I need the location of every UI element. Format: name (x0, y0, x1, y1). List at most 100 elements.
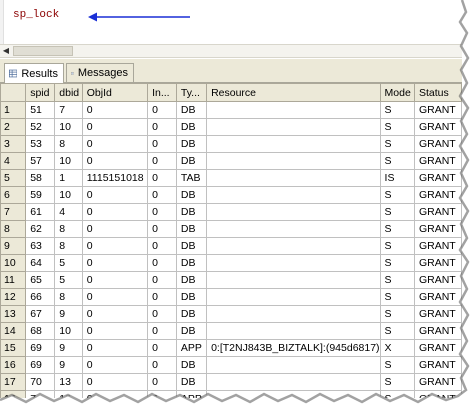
spid-cell[interactable]: 52 (25, 118, 56, 136)
dbid-cell[interactable]: 8 (54, 237, 83, 255)
indid-cell[interactable]: 0 (147, 186, 177, 204)
status-cell[interactable]: GRANT (413, 220, 462, 238)
mode-cell[interactable]: S (379, 271, 415, 289)
spid-cell[interactable]: 67 (25, 305, 56, 323)
objid-cell[interactable]: 0 (81, 373, 149, 391)
mode-cell[interactable]: S (379, 390, 415, 398)
row-number[interactable]: 12 (0, 288, 27, 306)
dbid-cell[interactable]: 10 (54, 118, 83, 136)
indid-cell[interactable]: 0 (147, 101, 177, 119)
objid-cell[interactable]: 0 (81, 220, 149, 238)
status-cell[interactable]: GRANT (413, 339, 462, 357)
objid-cell[interactable]: 0 (81, 118, 149, 136)
indid-cell[interactable]: 0 (147, 220, 177, 238)
indid-cell[interactable]: 0 (147, 373, 177, 391)
type-cell[interactable]: DB (175, 322, 208, 340)
status-header[interactable]: Status (413, 83, 462, 102)
status-cell[interactable]: GRANT (413, 237, 462, 255)
type-cell[interactable]: DB (175, 305, 208, 323)
mode-cell[interactable]: S (379, 305, 415, 323)
row-number[interactable]: 1 (0, 101, 27, 119)
resource-cell[interactable] (206, 169, 381, 187)
objid-cell[interactable]: 0 (81, 101, 149, 119)
spid-cell[interactable]: 65 (25, 271, 56, 289)
table-row[interactable]: 18711300APPSGRANT (0, 390, 462, 398)
type-cell[interactable]: DB (175, 203, 208, 221)
tab-messages[interactable]: Messages (66, 63, 134, 82)
dbid-cell[interactable]: 8 (54, 220, 83, 238)
indid-cell[interactable]: 0 (147, 390, 177, 398)
resource-cell[interactable] (206, 135, 381, 153)
spid-cell[interactable]: 57 (25, 152, 56, 170)
indid-cell[interactable]: 0 (147, 237, 177, 255)
spid-cell[interactable]: 58 (25, 169, 56, 187)
resource-cell[interactable] (206, 152, 381, 170)
row-number[interactable]: 3 (0, 135, 27, 153)
row-number[interactable]: 15 (0, 339, 27, 357)
resource-cell[interactable] (206, 101, 381, 119)
row-number[interactable]: 7 (0, 203, 27, 221)
type-cell[interactable]: DB (175, 135, 208, 153)
table-row[interactable]: 2 52 10 0 0 DB S GRANT (0, 118, 462, 136)
table-row[interactable]: 12 66 8 0 0 DB S GRANT (0, 288, 462, 306)
row-number[interactable]: 5 (0, 169, 27, 187)
resource-cell[interactable] (206, 254, 381, 272)
status-cell[interactable]: GRANT (413, 101, 462, 119)
mode-cell[interactable]: S (379, 322, 415, 340)
tab-results[interactable]: Results (4, 63, 64, 83)
table-row[interactable]: 10 64 5 0 0 DB S GRANT (0, 254, 462, 272)
spid-cell[interactable]: 59 (25, 186, 56, 204)
dbid-cell[interactable]: 10 (54, 152, 83, 170)
mode-cell[interactable]: S (379, 203, 415, 221)
dbid-cell[interactable]: 7 (54, 101, 83, 119)
type-cell[interactable]: APP (175, 339, 208, 357)
table-row[interactable]: 5 58 1 1115151018 0 TAB IS GRANT (0, 169, 462, 187)
table-row[interactable]: 1 51 7 0 0 DB S GRANT (0, 101, 462, 119)
dbid-cell[interactable]: 5 (54, 254, 83, 272)
type-cell[interactable]: DB (175, 101, 208, 119)
objid-cell[interactable]: 0 (81, 186, 149, 204)
indid-cell[interactable]: 0 (147, 254, 177, 272)
table-row[interactable]: 4 57 10 0 0 DB S GRANT (0, 152, 462, 170)
objid-cell[interactable]: 0 (81, 254, 149, 272)
objid-header[interactable]: ObjId (81, 83, 149, 102)
indid-cell[interactable]: 0 (147, 118, 177, 136)
resource-cell[interactable] (206, 203, 381, 221)
dbid-cell[interactable]: 5 (54, 271, 83, 289)
objid-cell[interactable]: 0 (81, 390, 149, 398)
objid-cell[interactable]: 0 (81, 135, 149, 153)
dbid-cell[interactable]: 10 (54, 322, 83, 340)
row-number[interactable]: 18 (0, 390, 27, 398)
table-row[interactable]: 16 69 9 0 0 DB S GRANT (0, 356, 462, 374)
row-number[interactable]: 8 (0, 220, 27, 238)
mode-cell[interactable]: S (379, 118, 415, 136)
status-cell[interactable]: GRANT (413, 169, 462, 187)
mode-cell[interactable]: S (379, 135, 415, 153)
results-table[interactable]: spid dbid ObjId In... Ty... Resource Mode Statu… (0, 83, 462, 398)
mode-cell[interactable]: S (379, 254, 415, 272)
type-cell[interactable]: DB (175, 254, 208, 272)
query-editor[interactable]: sp_lock (0, 0, 462, 44)
table-row[interactable]: 11 65 5 0 0 DB S GRANT (0, 271, 462, 289)
status-cell[interactable]: GRANT (413, 254, 462, 272)
status-cell[interactable]: GRANT (413, 390, 462, 398)
table-row[interactable]: 8 62 8 0 0 DB S GRANT (0, 220, 462, 238)
objid-cell[interactable]: 0 (81, 322, 149, 340)
type-cell[interactable]: DB (175, 288, 208, 306)
type-header[interactable]: Ty... (175, 83, 208, 102)
type-cell[interactable]: DB (175, 237, 208, 255)
indid-cell[interactable]: 0 (147, 169, 177, 187)
dbid-cell[interactable]: 9 (54, 339, 83, 357)
spid-cell[interactable]: 53 (25, 135, 56, 153)
indid-cell[interactable]: 0 (147, 135, 177, 153)
objid-cell[interactable]: 0 (81, 356, 149, 374)
indid-cell[interactable]: 0 (147, 356, 177, 374)
row-number[interactable]: 13 (0, 305, 27, 323)
mode-cell[interactable]: S (379, 288, 415, 306)
objid-cell[interactable]: 0 (81, 288, 149, 306)
spid-cell[interactable]: 66 (25, 288, 56, 306)
status-cell[interactable]: GRANT (413, 118, 462, 136)
status-cell[interactable]: GRANT (413, 322, 462, 340)
resource-cell[interactable] (206, 288, 381, 306)
resource-cell[interactable] (206, 237, 381, 255)
